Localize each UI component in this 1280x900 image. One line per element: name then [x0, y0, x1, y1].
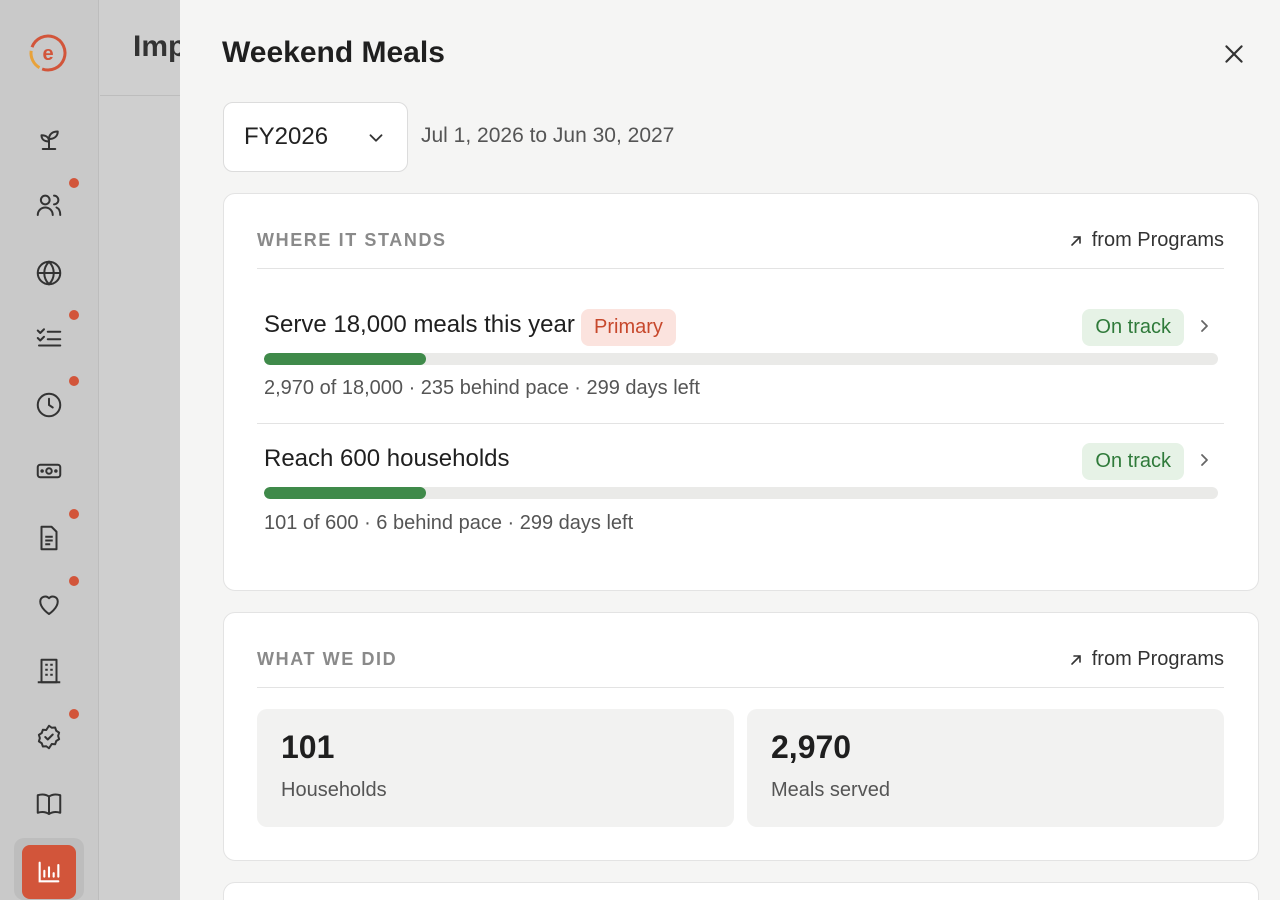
source-link[interactable]: from Programs: [1068, 648, 1224, 671]
notification-dot: [67, 308, 81, 322]
notification-dot: [67, 707, 81, 721]
chevron-right-icon[interactable]: [1196, 452, 1212, 468]
status-badge: On track: [1082, 443, 1184, 480]
close-icon: [1225, 45, 1243, 63]
app-logo[interactable]: e: [28, 33, 68, 73]
stat-label: Households: [281, 779, 387, 801]
close-button[interactable]: [1220, 40, 1248, 68]
section-label: WHERE IT STANDS: [257, 230, 447, 250]
source-link[interactable]: from Programs: [1068, 229, 1224, 252]
drawer-title: Weekend Meals: [222, 36, 445, 69]
nav-sprout-icon[interactable]: [29, 119, 69, 159]
nav-book-icon[interactable]: [29, 784, 69, 824]
nav-money-icon[interactable]: [29, 451, 69, 491]
what-we-did-card: WHAT WE DID from Programs 101 Households…: [223, 612, 1259, 861]
primary-badge: Primary: [581, 309, 676, 346]
nav-building-icon[interactable]: [29, 651, 69, 691]
date-range: Jul 1, 2026 to Jun 30, 2027: [421, 124, 675, 147]
nav-users-icon[interactable]: [29, 185, 69, 225]
arrow-up-right-icon: [1070, 654, 1081, 665]
divider: [257, 423, 1224, 424]
stat-card: 101 Households: [257, 709, 734, 827]
fiscal-year-select[interactable]: FY2026: [223, 102, 408, 172]
nav-document-icon[interactable]: [29, 518, 69, 558]
stat-label: Meals served: [771, 779, 890, 801]
sidebar: e: [0, 0, 99, 900]
stat-value: 101: [281, 729, 335, 765]
source-link-label: from Programs: [1091, 648, 1224, 670]
nav-globe-icon[interactable]: [29, 253, 69, 293]
notification-dot: [67, 374, 81, 388]
source-link-label: from Programs: [1091, 229, 1224, 251]
detail-drawer: Weekend Meals FY2026 Jul 1, 2026 to Jun …: [180, 0, 1280, 900]
chevron-down-icon: [369, 134, 383, 142]
divider: [257, 687, 1224, 688]
chevron-right-icon[interactable]: [1196, 318, 1212, 334]
svg-text:e: e: [42, 43, 53, 65]
nav-clock-icon[interactable]: [29, 385, 69, 425]
nav-bar-chart-icon[interactable]: [22, 845, 76, 899]
status-badge: On track: [1082, 309, 1184, 346]
notification-dot: [67, 507, 81, 521]
nav-heart-icon[interactable]: [29, 584, 69, 624]
progress-fill: [264, 487, 427, 499]
progress-bar: [264, 353, 1218, 365]
progress-bar: [264, 487, 1218, 499]
notification-dot: [67, 574, 81, 588]
stat-card: 2,970 Meals served: [747, 709, 1224, 827]
divider: [257, 268, 1224, 269]
goal-title[interactable]: Reach 600 households: [264, 445, 510, 473]
where-it-stands-card: WHERE IT STANDS from Programs Serve 18,0…: [223, 193, 1259, 591]
fiscal-year-value: FY2026: [244, 123, 329, 150]
nav-badge-check-icon[interactable]: [29, 717, 69, 757]
goal-meta: 2,970 of 18,000 · 235 behind pace · 299 …: [264, 377, 700, 399]
goal-meta: 101 of 600 · 6 behind pace · 299 days le…: [264, 512, 634, 534]
goal-title[interactable]: Serve 18,000 meals this year: [264, 311, 575, 339]
section-label: WHAT WE DID: [257, 649, 398, 669]
stat-value: 2,970: [771, 729, 852, 765]
next-card: [223, 882, 1259, 900]
notification-dot: [67, 176, 81, 190]
progress-fill: [264, 353, 427, 365]
arrow-up-right-icon: [1070, 235, 1081, 246]
page-title: Imp: [133, 30, 187, 63]
nav-checklist-icon[interactable]: [29, 318, 69, 358]
